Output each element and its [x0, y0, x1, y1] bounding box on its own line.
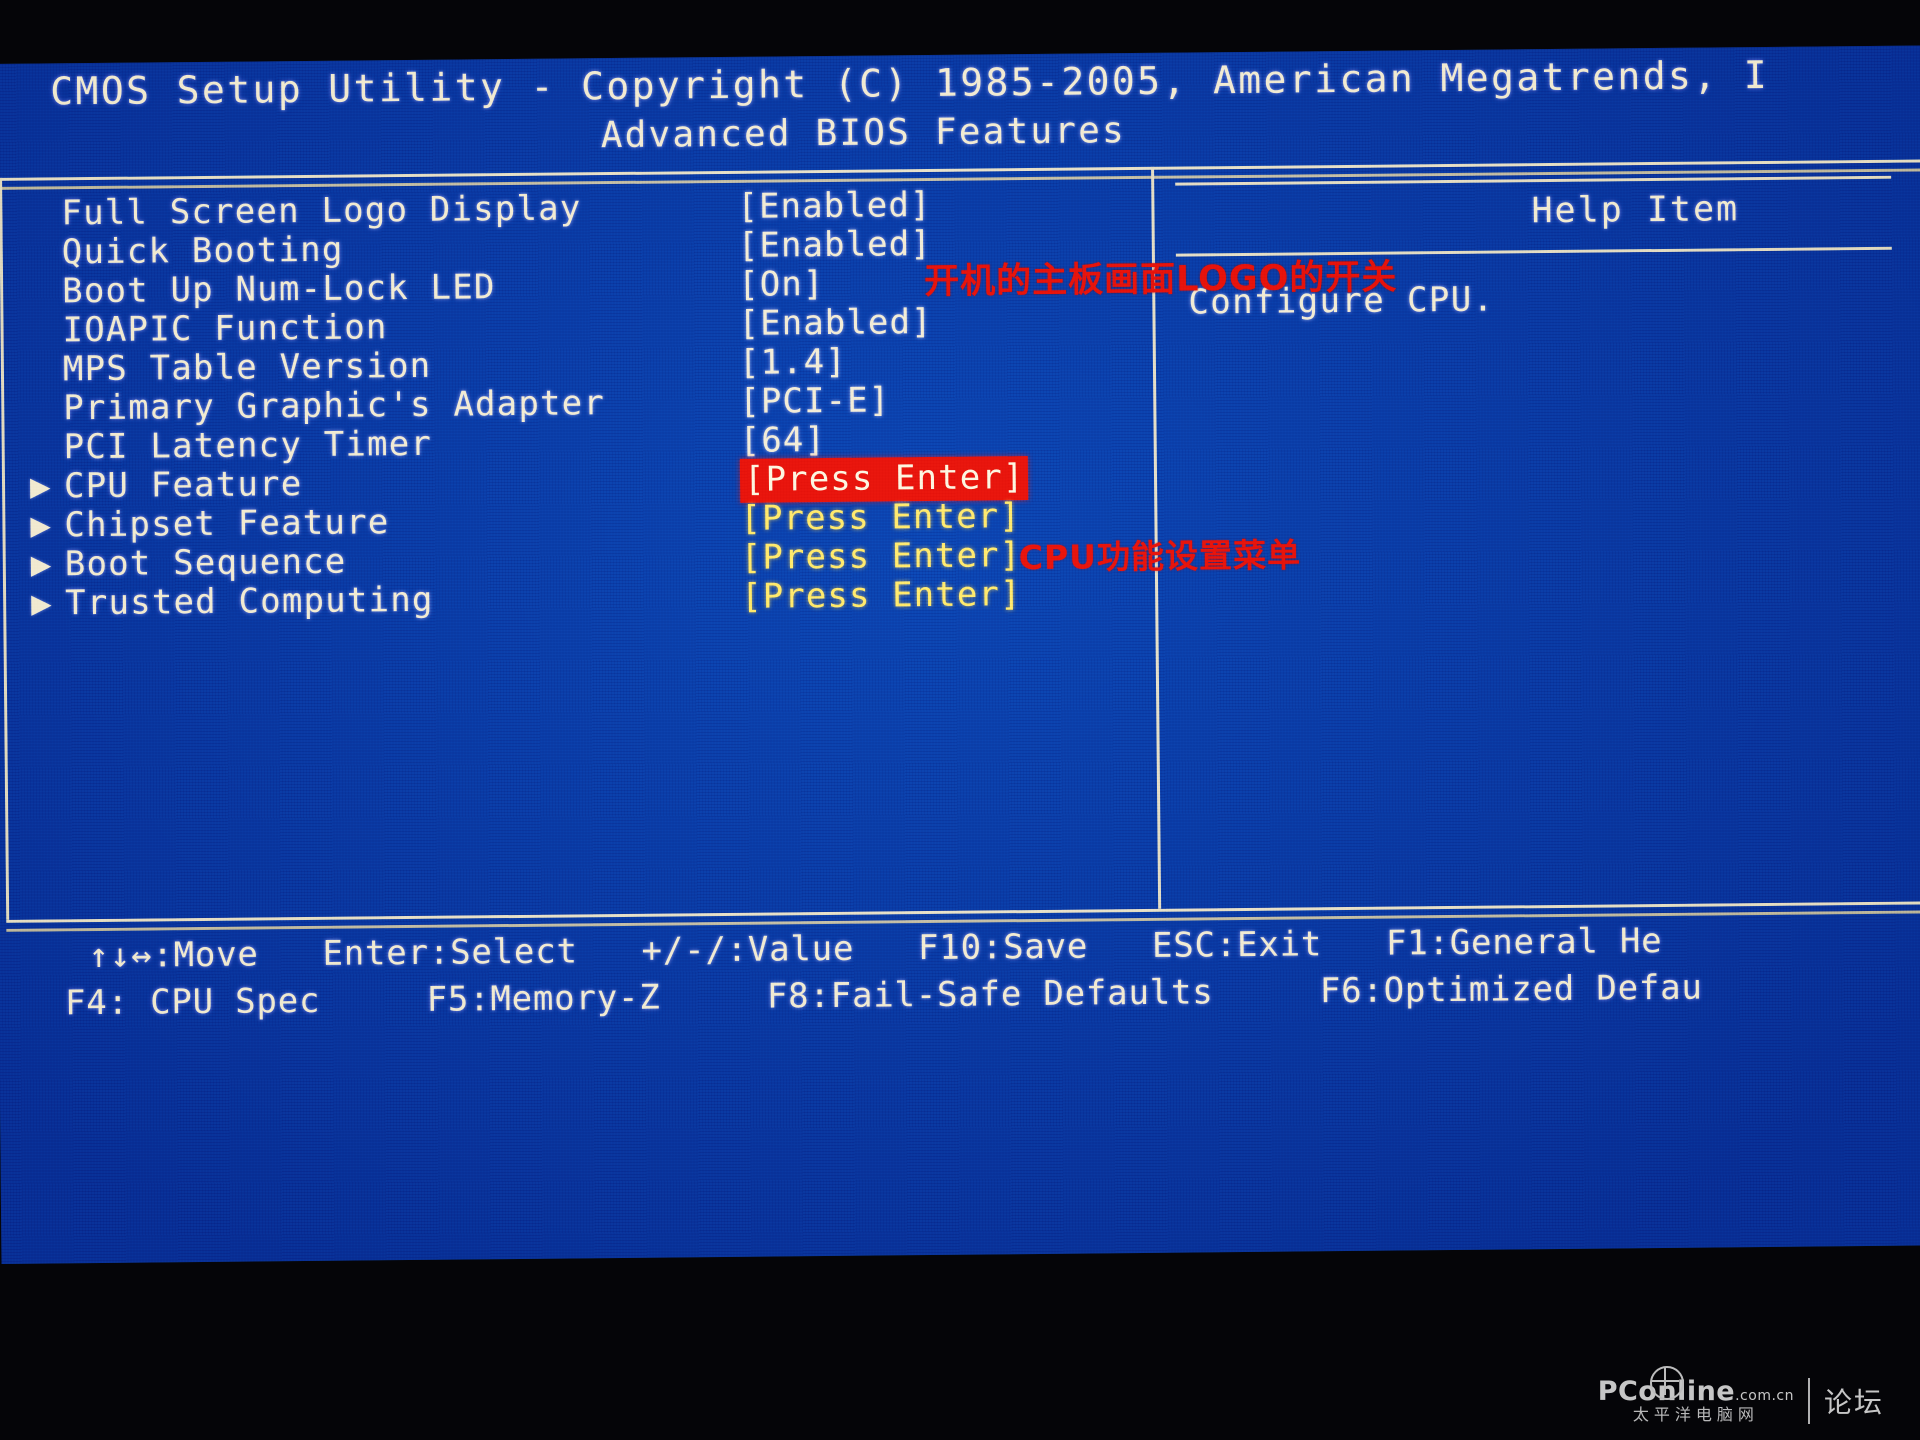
setting-label: Boot Up Num-Lock LED	[61, 267, 496, 312]
page-title: CMOS Setup Utility - Copyright (C) 1985-…	[50, 52, 1770, 114]
list-item[interactable]: IOAPIC Function	[28, 306, 604, 351]
list-item-chipset-feature[interactable]: ▶ Chipset Feature	[30, 501, 606, 546]
list-item[interactable]: Quick Booting	[28, 228, 604, 273]
setting-label: Chipset Feature	[64, 502, 390, 546]
annotation-full-screen-logo: 开机的主板画面LOGO的开关	[923, 257, 1398, 303]
submenu-arrow-icon: ▶	[30, 544, 52, 585]
frame-left-border	[0, 177, 10, 920]
submenu-arrow-icon: ▶	[30, 583, 53, 624]
setting-label: Trusted Computing	[64, 579, 434, 624]
setting-value[interactable]: [PCI-E]	[739, 380, 890, 421]
setting-label: MPS Table Version	[62, 345, 432, 390]
annotation-cpu-feature: CPU功能设置菜单	[1018, 535, 1302, 578]
watermark-brand-suffix: .com.cn	[1735, 1388, 1794, 1405]
setting-value[interactable]: [On]	[738, 264, 825, 305]
watermark-section: 论坛	[1823, 1386, 1884, 1419]
setting-value-boot-sequence[interactable]: [Press Enter]	[741, 535, 1022, 578]
setting-value[interactable]: [1.4]	[739, 342, 847, 383]
list-item-cpu-feature[interactable]: ▶ CPU Feature	[30, 462, 606, 507]
help-panel-title: Help Item	[1531, 189, 1740, 232]
setting-label: Primary Graphic's Adapter	[63, 383, 606, 429]
settings-list: Full Screen Logo Display Quick Booting B…	[27, 188, 607, 624]
submenu-arrow-icon: ▶	[30, 505, 52, 546]
setting-label: Boot Sequence	[64, 541, 347, 585]
setting-value[interactable]: [Enabled]	[737, 185, 932, 227]
page-subtitle: Advanced BIOS Features	[600, 110, 1127, 157]
watermark-brand: PConline.com.cn	[1598, 1366, 1794, 1406]
bios-screen: CMOS Setup Utility - Copyright (C) 1985-…	[0, 45, 1920, 1264]
list-item-boot-sequence[interactable]: ▶ Boot Sequence	[31, 540, 607, 585]
globe-icon	[1649, 1366, 1684, 1401]
setting-value[interactable]: [Enabled]	[738, 224, 933, 266]
watermark-brand-block: PConline.com.cn 太平洋电脑网	[1598, 1366, 1794, 1424]
list-item-trusted-computing[interactable]: ▶ Trusted Computing	[31, 579, 607, 624]
watermark-brand-cn: 太平洋电脑网	[1632, 1404, 1759, 1424]
setting-label: Full Screen Logo Display	[61, 188, 582, 234]
setting-label: Quick Booting	[61, 229, 344, 273]
submenu-arrow-icon: ▶	[29, 466, 52, 507]
setting-value-chipset-feature[interactable]: [Press Enter]	[740, 496, 1021, 539]
watermark: PConline.com.cn 太平洋电脑网 论坛	[1598, 1366, 1884, 1424]
watermark-divider	[1807, 1378, 1810, 1424]
list-item[interactable]: Full Screen Logo Display	[27, 188, 603, 234]
list-item[interactable]: Primary Graphic's Adapter	[29, 383, 606, 429]
settings-values: [Enabled] [Enabled] [On] [Enabled] [1.4]…	[737, 185, 1030, 617]
setting-label: CPU Feature	[63, 464, 303, 507]
setting-value-trusted-computing[interactable]: [Press Enter]	[741, 574, 1022, 617]
setting-value[interactable]: [64]	[739, 420, 826, 461]
setting-label: PCI Latency Timer	[63, 423, 433, 468]
setting-value[interactable]: [Enabled]	[738, 302, 933, 344]
bios-photo: CMOS Setup Utility - Copyright (C) 1985-…	[0, 0, 1920, 1440]
list-item[interactable]: PCI Latency Timer	[30, 423, 606, 468]
list-item[interactable]: Boot Up Num-Lock LED	[28, 267, 604, 312]
setting-label: IOAPIC Function	[62, 307, 388, 351]
